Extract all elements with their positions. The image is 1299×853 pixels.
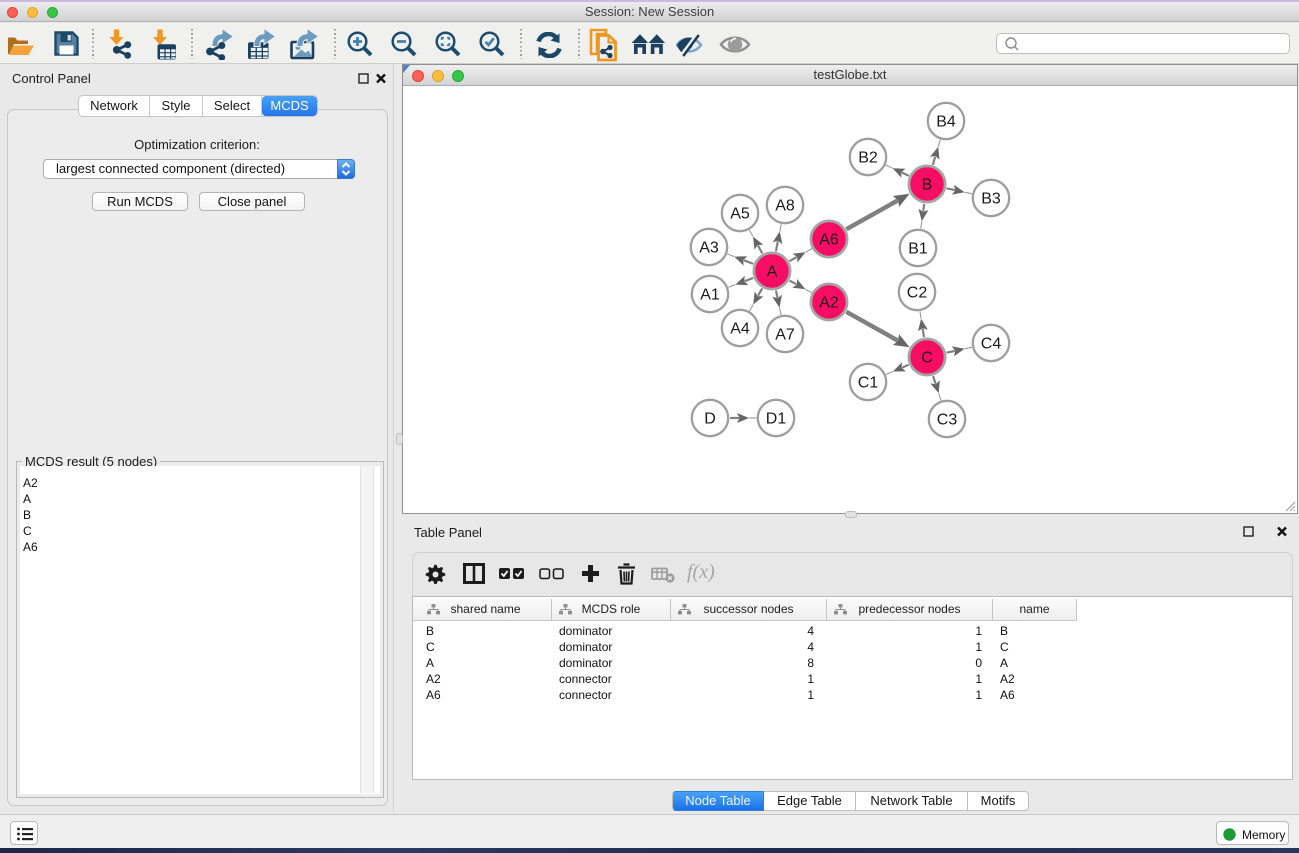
svg-text:A4: A4 (730, 321, 750, 338)
svg-text:B: B (922, 177, 933, 194)
svg-text:C4: C4 (981, 336, 1002, 353)
svg-text:C1: C1 (858, 375, 879, 392)
svg-text:C2: C2 (907, 285, 928, 302)
svg-text:D1: D1 (766, 411, 787, 428)
svg-text:D: D (704, 411, 716, 428)
svg-text:B2: B2 (858, 150, 878, 167)
svg-text:A6: A6 (819, 232, 839, 249)
svg-text:C3: C3 (937, 412, 958, 429)
svg-text:A: A (767, 264, 778, 281)
svg-text:A8: A8 (775, 198, 795, 215)
svg-text:C: C (921, 350, 933, 367)
svg-text:A2: A2 (819, 295, 839, 312)
svg-text:B4: B4 (936, 114, 956, 131)
svg-text:B1: B1 (908, 241, 928, 258)
svg-text:A5: A5 (730, 206, 750, 223)
svg-text:B3: B3 (981, 191, 1001, 208)
svg-text:A1: A1 (700, 287, 720, 304)
svg-text:A3: A3 (699, 240, 719, 257)
svg-text:A7: A7 (775, 327, 795, 344)
